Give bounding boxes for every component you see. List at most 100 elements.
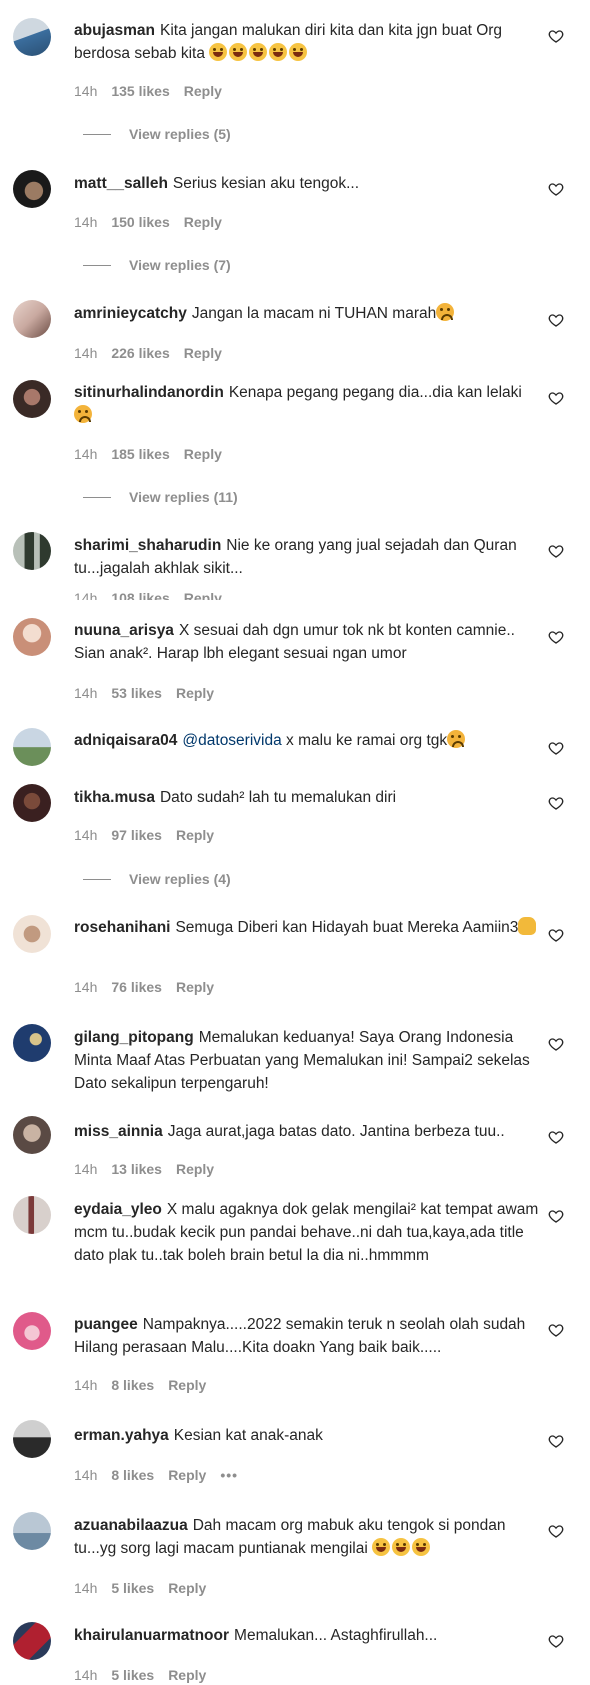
comment-time: 14h (74, 1377, 98, 1393)
like-heart-icon[interactable] (548, 927, 564, 943)
comment-time: 14h (74, 214, 98, 230)
view-replies-button[interactable]: View replies (5) (83, 126, 231, 142)
comment-meta: 14h 185 likes Reply (74, 446, 236, 462)
likes-count[interactable]: 13 likes (111, 1161, 162, 1177)
like-heart-icon[interactable] (548, 1036, 564, 1052)
comment-text: matt__salleh Serius kesian aku tengok... (74, 172, 544, 195)
comment-username[interactable]: abujasman (74, 22, 155, 39)
laugh-emoji-icon (372, 1538, 391, 1556)
comment-username[interactable]: eydaia_yleo (74, 1201, 162, 1218)
like-heart-icon[interactable] (548, 543, 564, 559)
like-heart-icon[interactable] (548, 629, 564, 645)
like-heart-icon[interactable] (548, 1433, 564, 1449)
sad-emoji-icon (74, 405, 92, 423)
like-heart-icon[interactable] (548, 795, 564, 811)
likes-count[interactable]: 150 likes (111, 214, 169, 230)
comment-meta: 14h 76 likes Reply (74, 979, 228, 995)
likes-count[interactable]: 185 likes (111, 446, 169, 462)
like-heart-icon[interactable] (548, 181, 564, 197)
reply-button[interactable]: Reply (168, 1580, 206, 1596)
likes-count[interactable]: 108 likes (111, 590, 169, 600)
laugh-emoji-icon (249, 43, 268, 61)
avatar[interactable] (13, 1196, 51, 1234)
reply-button[interactable]: Reply (168, 1467, 206, 1483)
view-replies-button[interactable]: View replies (4) (83, 871, 231, 887)
like-heart-icon[interactable] (548, 1633, 564, 1649)
avatar[interactable] (13, 300, 51, 338)
comment-username[interactable]: puangee (74, 1316, 138, 1333)
likes-count[interactable]: 53 likes (111, 685, 162, 701)
avatar[interactable] (13, 784, 51, 822)
avatar[interactable] (13, 1512, 51, 1550)
more-options-icon[interactable]: ••• (220, 1467, 238, 1483)
likes-count[interactable]: 8 likes (111, 1377, 154, 1393)
like-heart-icon[interactable] (548, 1129, 564, 1145)
view-replies-label: View replies (11) (129, 489, 238, 505)
comment-body: Memalukan... Astaghfirullah... (234, 1627, 438, 1644)
comment-time: 14h (74, 979, 98, 995)
comment-username[interactable]: sitinurhalindanordin (74, 384, 224, 401)
comment-text: abujasman Kita jangan malukan diri kita d… (74, 19, 544, 65)
comment-username[interactable]: khairulanuarmatnoor (74, 1627, 229, 1644)
reply-button[interactable]: Reply (176, 1161, 214, 1177)
comment-meta: 14h 97 likes Reply (74, 827, 228, 843)
comment-username[interactable]: gilang_pitopang (74, 1029, 194, 1046)
avatar[interactable] (13, 1622, 51, 1660)
comment-username[interactable]: matt__salleh (74, 175, 168, 192)
comment-username[interactable]: amrinieycatchy (74, 305, 187, 322)
comment-time: 14h (74, 1467, 98, 1483)
comment-username[interactable]: azuanabilaazua (74, 1517, 188, 1534)
avatar[interactable] (13, 728, 51, 766)
avatar[interactable] (13, 380, 51, 418)
sad-emoji-icon (447, 730, 466, 748)
view-replies-button[interactable]: View replies (11) (83, 489, 238, 505)
reply-button[interactable]: Reply (184, 345, 222, 361)
likes-count[interactable]: 97 likes (111, 827, 162, 843)
avatar[interactable] (13, 1420, 51, 1458)
like-heart-icon[interactable] (548, 28, 564, 44)
likes-count[interactable]: 8 likes (111, 1467, 154, 1483)
avatar[interactable] (13, 1116, 51, 1154)
avatar[interactable] (13, 1312, 51, 1350)
reply-button[interactable]: Reply (168, 1667, 206, 1683)
avatar[interactable] (13, 18, 51, 56)
reply-button[interactable]: Reply (184, 214, 222, 230)
avatar[interactable] (13, 915, 51, 953)
comment-meta: 14h 135 likes Reply (74, 83, 236, 99)
comment-username[interactable]: erman.yahya (74, 1427, 169, 1444)
like-heart-icon[interactable] (548, 1208, 564, 1224)
comment-username[interactable]: adniqaisara04 (74, 732, 177, 749)
comment-text: erman.yahya Kesian kat anak-anak (74, 1424, 544, 1447)
like-heart-icon[interactable] (548, 1523, 564, 1539)
comment-username[interactable]: nuuna_arisya (74, 622, 174, 639)
avatar[interactable] (13, 170, 51, 208)
likes-count[interactable]: 5 likes (111, 1580, 154, 1596)
comment-time: 14h (74, 345, 98, 361)
reply-button[interactable]: Reply (176, 827, 214, 843)
likes-count[interactable]: 135 likes (111, 83, 169, 99)
reply-button[interactable]: Reply (176, 979, 214, 995)
reply-button[interactable]: Reply (176, 685, 214, 701)
likes-count[interactable]: 5 likes (111, 1667, 154, 1683)
comment-username[interactable]: sharimi_shaharudin (74, 537, 221, 554)
reply-button[interactable]: Reply (168, 1377, 206, 1393)
like-heart-icon[interactable] (548, 1322, 564, 1338)
reply-button[interactable]: Reply (184, 83, 222, 99)
reply-button[interactable]: Reply (184, 590, 222, 600)
comment-username[interactable]: tikha.musa (74, 789, 155, 806)
like-heart-icon[interactable] (548, 740, 564, 756)
likes-count[interactable]: 76 likes (111, 979, 162, 995)
comment-username[interactable]: rosehanihani (74, 919, 170, 936)
avatar[interactable] (13, 532, 51, 570)
reply-button[interactable]: Reply (184, 446, 222, 462)
mention-link[interactable]: @datoserivida (182, 732, 281, 749)
like-heart-icon[interactable] (548, 390, 564, 406)
view-replies-button[interactable]: View replies (7) (83, 257, 231, 273)
comment-username[interactable]: miss_ainnia (74, 1123, 163, 1140)
likes-count[interactable]: 226 likes (111, 345, 169, 361)
comment-body: Kesian kat anak-anak (173, 1427, 323, 1444)
avatar[interactable] (13, 618, 51, 656)
avatar[interactable] (13, 1024, 51, 1062)
like-heart-icon[interactable] (548, 312, 564, 328)
comment-meta: 14h 8 likes Reply (74, 1377, 220, 1393)
